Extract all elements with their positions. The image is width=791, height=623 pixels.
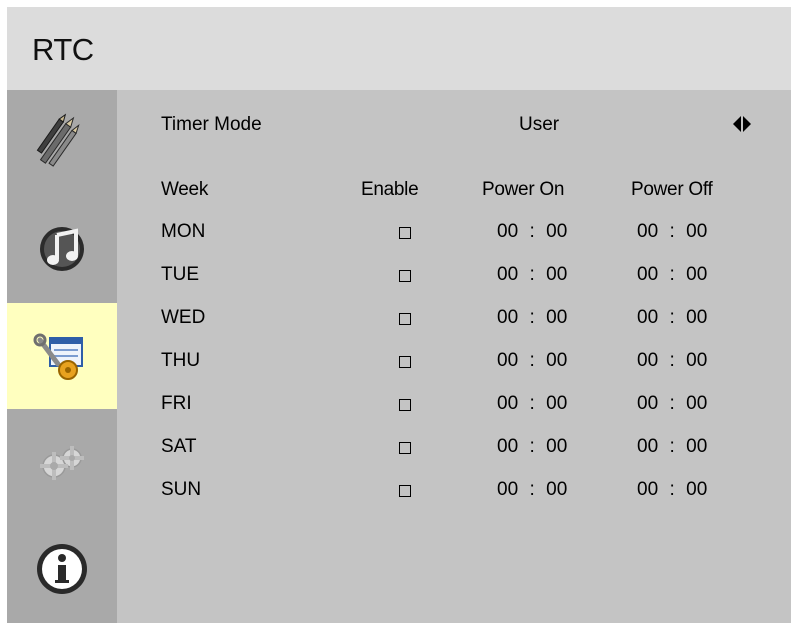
power-on-hour: 00 [497, 479, 519, 500]
day-label: SUN [161, 479, 202, 500]
power-off-hour: 00 [637, 436, 659, 457]
header-bar: RTC [7, 7, 791, 90]
time-separator: : [529, 436, 535, 457]
power-on-time[interactable]: 00:00 [497, 350, 567, 372]
power-on-time[interactable]: 00:00 [497, 307, 567, 329]
power-on-minute: 00 [546, 393, 568, 414]
power-off-minute: 00 [686, 307, 708, 328]
power-on-hour: 00 [497, 436, 519, 457]
power-on-hour: 00 [497, 307, 519, 328]
day-label: MON [161, 221, 206, 242]
power-off-hour: 00 [637, 307, 659, 328]
time-separator: : [669, 307, 675, 328]
power-on-minute: 00 [546, 307, 568, 328]
time-separator: : [669, 221, 675, 242]
settings-tools-icon [33, 333, 83, 380]
power-off-minute: 00 [686, 264, 708, 285]
enable-checkbox[interactable] [399, 485, 411, 497]
sidebar-item-information[interactable] [7, 516, 117, 622]
enable-checkbox[interactable] [399, 227, 411, 239]
power-off-time[interactable]: 00:00 [637, 350, 707, 372]
enable-checkbox[interactable] [399, 442, 411, 454]
power-off-hour: 00 [637, 393, 659, 414]
time-separator: : [669, 350, 675, 371]
info-icon [37, 544, 87, 594]
power-off-minute: 00 [686, 436, 708, 457]
page-title: RTC [32, 32, 94, 67]
sidebar-item-settings[interactable] [7, 303, 117, 409]
power-on-hour: 00 [497, 350, 519, 371]
column-header-week: Week [161, 179, 209, 200]
power-off-minute: 00 [686, 479, 708, 500]
sidebar [7, 90, 117, 623]
table-row: SUN 00:00 00:00 [117, 479, 791, 515]
power-on-minute: 00 [546, 350, 568, 371]
day-label: FRI [161, 393, 192, 414]
power-on-minute: 00 [546, 479, 568, 500]
power-off-minute: 00 [686, 350, 708, 371]
power-on-time[interactable]: 00:00 [497, 436, 567, 458]
sidebar-item-picture[interactable] [7, 90, 117, 196]
day-label: SAT [161, 436, 197, 457]
power-off-time[interactable]: 00:00 [637, 479, 707, 501]
day-label: TUE [161, 264, 199, 285]
power-on-time[interactable]: 00:00 [497, 479, 567, 501]
power-off-minute: 00 [686, 221, 708, 242]
timer-mode-value[interactable]: User [519, 114, 559, 136]
table-row: FRI 00:00 00:00 [117, 393, 791, 429]
pencils-icon [36, 113, 80, 167]
column-header-power-off: Power Off [631, 179, 713, 200]
power-on-minute: 00 [546, 221, 568, 242]
power-off-hour: 00 [637, 350, 659, 371]
gears-icon [40, 446, 84, 480]
column-header-power-on: Power On [482, 179, 565, 200]
music-note-icon [40, 227, 84, 271]
power-off-time[interactable]: 00:00 [637, 264, 707, 286]
time-separator: : [529, 264, 535, 285]
day-label: THU [161, 350, 201, 371]
day-label: WED [161, 307, 206, 328]
power-on-hour: 00 [497, 221, 519, 242]
power-off-time[interactable]: 00:00 [637, 436, 707, 458]
timer-mode-label: Timer Mode [161, 114, 262, 135]
power-on-minute: 00 [546, 264, 568, 285]
time-separator: : [529, 479, 535, 500]
power-on-time[interactable]: 00:00 [497, 221, 567, 243]
power-off-hour: 00 [637, 221, 659, 242]
time-separator: : [669, 264, 675, 285]
power-off-hour: 00 [637, 264, 659, 285]
power-on-time[interactable]: 00:00 [497, 393, 567, 415]
time-separator: : [669, 436, 675, 457]
rtc-content: Timer Mode User Week Enable Power On Pow… [117, 90, 791, 623]
power-off-time[interactable]: 00:00 [637, 307, 707, 329]
osd-window: RTC Timer Mode User Week Enable Power On… [7, 7, 791, 623]
time-separator: : [529, 307, 535, 328]
time-separator: : [529, 393, 535, 414]
column-header-enable: Enable [361, 179, 419, 200]
enable-checkbox[interactable] [399, 270, 411, 282]
table-row: TUE 00:00 00:00 [117, 264, 791, 300]
sidebar-item-audio[interactable] [7, 196, 117, 302]
enable-checkbox[interactable] [399, 399, 411, 411]
enable-checkbox[interactable] [399, 313, 411, 325]
power-on-hour: 00 [497, 264, 519, 285]
table-row: SAT 00:00 00:00 [117, 436, 791, 472]
power-on-hour: 00 [497, 393, 519, 414]
time-separator: : [529, 221, 535, 242]
table-row: MON 00:00 00:00 [117, 221, 791, 257]
left-right-arrow-icon[interactable] [729, 111, 755, 137]
power-off-minute: 00 [686, 393, 708, 414]
enable-checkbox[interactable] [399, 356, 411, 368]
sidebar-item-system[interactable] [7, 409, 117, 515]
power-off-hour: 00 [637, 479, 659, 500]
time-separator: : [669, 393, 675, 414]
power-off-time[interactable]: 00:00 [637, 221, 707, 243]
table-row: WED 00:00 00:00 [117, 307, 791, 343]
time-separator: : [529, 350, 535, 371]
power-off-time[interactable]: 00:00 [637, 393, 707, 415]
power-on-time[interactable]: 00:00 [497, 264, 567, 286]
time-separator: : [669, 479, 675, 500]
power-on-minute: 00 [546, 436, 568, 457]
table-row: THU 00:00 00:00 [117, 350, 791, 386]
